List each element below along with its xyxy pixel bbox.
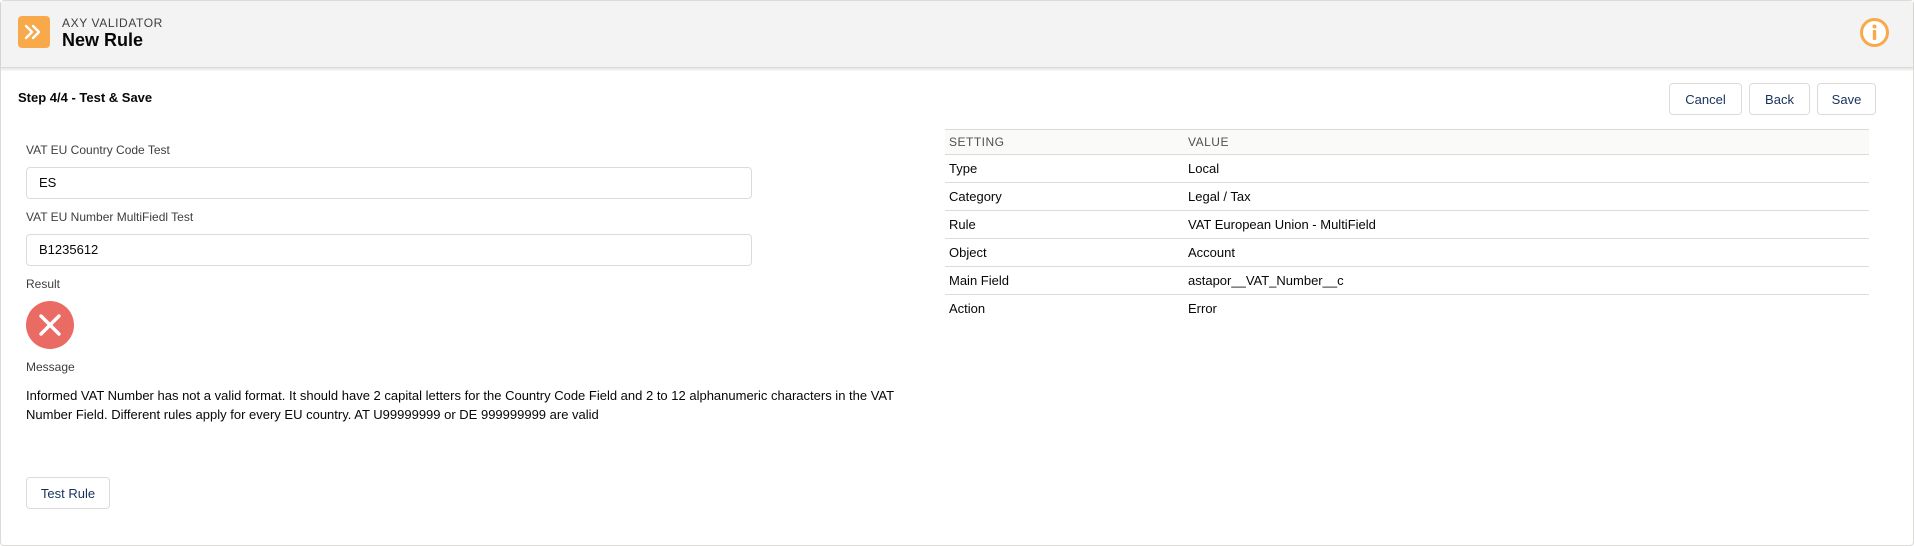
step-title: Step 4/4 - Test & Save [18, 90, 153, 105]
column-header-value: VALUE [1184, 129, 1869, 155]
value-cell: Account [1184, 238, 1869, 267]
setting-cell: Category [945, 182, 1184, 211]
table-row: Type Local [945, 154, 1869, 183]
table-row: Category Legal / Tax [945, 182, 1869, 211]
page-header: AXY VALIDATOR New Rule [1, 1, 1913, 68]
page-title: New Rule [62, 30, 144, 50]
setting-cell: Type [945, 154, 1184, 183]
setting-cell: Rule [945, 210, 1184, 239]
value-cell: Local [1184, 154, 1869, 183]
app-name: AXY VALIDATOR [62, 16, 163, 30]
setting-cell: Main Field [945, 266, 1184, 295]
table-row: Main Field astapor__VAT_Number__c [945, 266, 1869, 295]
country-code-label: VAT EU Country Code Test [26, 143, 170, 157]
main-card: AXY VALIDATOR New Rule Step 4/4 - Test &… [0, 0, 1914, 546]
value-cell: Legal / Tax [1184, 182, 1869, 211]
value-cell: Error [1188, 301, 1217, 316]
setting-cell: Action [949, 301, 986, 316]
value-cell: astapor__VAT_Number__c [1184, 266, 1869, 295]
table-row: Object Account [945, 238, 1869, 267]
result-label: Result [26, 277, 61, 291]
test-rule-button[interactable]: Test Rule [26, 477, 110, 509]
value-cell: VAT European Union - MultiField [1184, 210, 1869, 239]
table-row: Action Error [945, 295, 1869, 323]
info-icon[interactable] [1859, 17, 1890, 48]
settings-table: SETTING VALUE Type Local Category Legal … [945, 129, 1869, 322]
validation-message: Informed VAT Number has not a valid form… [26, 388, 894, 422]
vat-number-label: VAT EU Number MultiFiedl Test [26, 210, 194, 224]
setting-cell: Object [945, 238, 1184, 267]
message-label: Message [26, 360, 75, 374]
vat-number-input[interactable]: B1235612 [26, 234, 752, 266]
chevrons-right-icon [18, 16, 50, 48]
country-code-input[interactable]: ES [26, 167, 752, 199]
column-header-setting: SETTING [945, 129, 1184, 155]
back-button[interactable]: Back [1749, 83, 1810, 115]
save-button[interactable]: Save [1817, 83, 1876, 115]
cancel-button[interactable]: Cancel [1669, 83, 1742, 115]
error-x-icon [26, 301, 74, 349]
table-header-row: SETTING VALUE [945, 129, 1869, 155]
table-row: Rule VAT European Union - MultiField [945, 210, 1869, 239]
